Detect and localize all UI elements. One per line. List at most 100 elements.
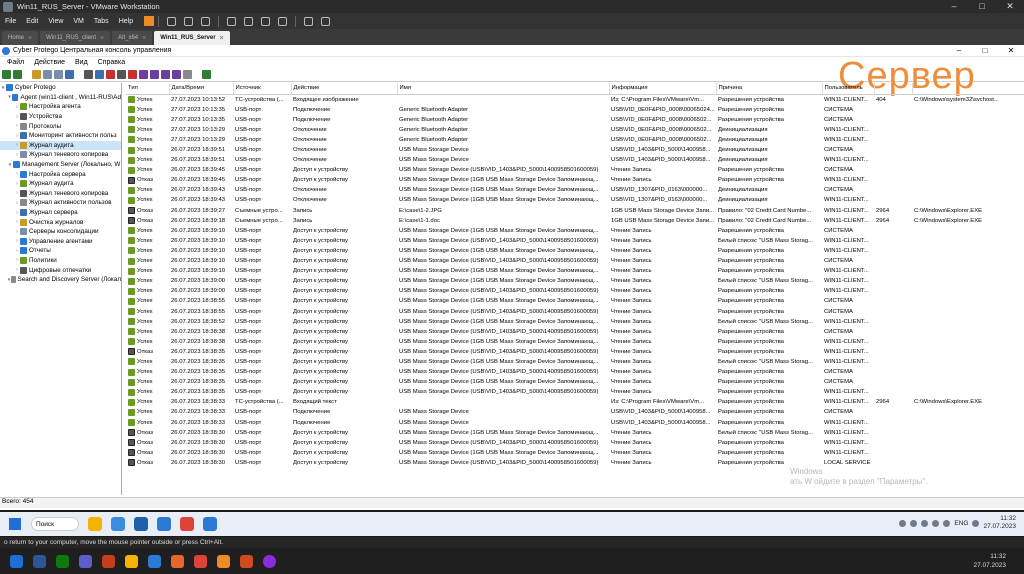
table-row[interactable]: Успех 26.07.2023 18:38:33 ТС-устройства (.… xyxy=(126,397,1024,407)
chevron-up-icon[interactable] xyxy=(899,519,907,527)
cyber-protego-taskbar-icon[interactable] xyxy=(203,517,217,531)
edge-icon[interactable] xyxy=(157,517,171,531)
minimize-button[interactable]: – xyxy=(940,1,968,12)
tree-node[interactable]: › Журнал теневого копирова xyxy=(0,189,121,199)
menu-view[interactable]: View xyxy=(43,18,68,25)
column-header[interactable]: Дата/Время xyxy=(169,83,234,95)
show-tree-icon[interactable] xyxy=(43,70,52,79)
tray-icon[interactable] xyxy=(910,519,918,527)
tree-node[interactable]: › Журнал аудита xyxy=(0,179,121,189)
tree-node[interactable]: › Журнал активности пользов xyxy=(0,198,121,208)
tree-node[interactable]: › Очистка журналов xyxy=(0,217,121,227)
column-header[interactable]: Причина xyxy=(716,83,823,95)
table-row[interactable]: Успех 26.07.2023 18:38:55 USB-порт Доступ к… xyxy=(126,306,1024,316)
thumbnail-icon[interactable] xyxy=(244,16,254,26)
menu-tabs[interactable]: Tabs xyxy=(89,18,114,25)
table-row[interactable]: Успех 26.07.2023 18:38:55 USB-порт Доступ к… xyxy=(126,296,1024,306)
table-row[interactable]: Успех 26.07.2023 18:39:45 USB-порт Доступ к… xyxy=(126,165,1024,175)
pause-icon[interactable] xyxy=(144,16,155,26)
tree-node[interactable]: ▾ Cyber Protego xyxy=(0,83,121,93)
column-header[interactable]: Тип xyxy=(126,83,170,95)
table-row[interactable]: Успех 27.07.2023 10:13:29 USB-порт Отключен… xyxy=(126,135,1024,145)
table-row[interactable]: Успех 26.07.2023 18:39:00 USB-порт Доступ к… xyxy=(126,286,1024,296)
chrome-icon[interactable] xyxy=(180,517,194,531)
filter-edit-icon[interactable] xyxy=(172,70,181,79)
tree-node[interactable]: › Журнал сервера xyxy=(0,208,121,218)
table-row[interactable]: Успех 26.07.2023 18:38:35 USB-порт Доступ к… xyxy=(126,357,1024,367)
close-tab-icon[interactable]: × xyxy=(100,35,104,42)
grid-icon[interactable] xyxy=(95,70,104,79)
back-icon[interactable] xyxy=(2,70,11,79)
full-screen-icon[interactable] xyxy=(261,16,271,26)
file-explorer-icon[interactable] xyxy=(125,554,138,568)
column-header[interactable] xyxy=(874,83,913,95)
vmware-icon[interactable] xyxy=(217,554,230,568)
tree-node[interactable]: ▾ Management Server (Локально, W xyxy=(0,160,121,170)
table-row[interactable]: Успех 27.07.2023 10:13:35 USB-порт Подключе… xyxy=(126,115,1024,125)
copy-icon[interactable] xyxy=(84,70,93,79)
edge-icon[interactable] xyxy=(148,554,161,568)
table-row[interactable]: Успех 26.07.2023 18:39:43 USB-порт Отключен… xyxy=(126,185,1024,195)
powerpoint-icon[interactable] xyxy=(102,554,115,568)
table-row[interactable]: Успех 26.07.2023 18:38:33 USB-порт Подключе… xyxy=(126,407,1024,417)
table-row[interactable]: Отказ 26.07.2023 18:38:35 USB-порт Доступ к… xyxy=(126,347,1024,357)
column-header[interactable]: Имя xyxy=(397,83,610,95)
refresh-icon[interactable] xyxy=(65,70,74,79)
tree-node[interactable]: › Мониторинг активности польз xyxy=(0,131,121,141)
app-icon[interactable] xyxy=(240,554,253,568)
app-icon[interactable] xyxy=(134,517,148,531)
file-explorer-icon[interactable] xyxy=(88,517,102,531)
tree-node[interactable]: › Политики xyxy=(0,256,121,266)
table-row[interactable]: Успех 26.07.2023 18:38:35 USB-порт Доступ к… xyxy=(126,387,1024,397)
column-header[interactable] xyxy=(912,83,1024,95)
tree-node[interactable]: › Настройка сервера xyxy=(0,169,121,179)
app-icon[interactable] xyxy=(111,517,125,531)
taskbar-search[interactable]: Поиск xyxy=(31,517,79,531)
table-row[interactable]: Успех 26.07.2023 18:39:10 USB-порт Доступ к… xyxy=(126,236,1024,246)
filter-icon[interactable] xyxy=(139,70,148,79)
network-icon[interactable] xyxy=(943,519,951,527)
delete-icon[interactable] xyxy=(106,70,115,79)
stretch-icon[interactable] xyxy=(321,16,331,26)
table-row[interactable]: Успех 27.07.2023 10:13:35 USB-порт Подключе… xyxy=(126,105,1024,115)
tree-node[interactable]: › Отчеты xyxy=(0,246,121,256)
column-header[interactable]: Источник xyxy=(233,83,292,95)
excel-icon[interactable] xyxy=(56,554,69,568)
filter-remove-icon[interactable] xyxy=(161,70,170,79)
table-row[interactable]: Успех 27.07.2023 10:13:52 ТС-устройства (.… xyxy=(126,94,1024,105)
table-row[interactable]: Успех 26.07.2023 18:38:33 USB-порт Подключе… xyxy=(126,418,1024,428)
export-icon[interactable] xyxy=(54,70,63,79)
save-icon[interactable] xyxy=(117,70,126,79)
menu-vm[interactable]: VM xyxy=(68,18,89,25)
vm-tab-alt[interactable]: Alt_x64 × xyxy=(112,31,153,45)
tree-node[interactable]: › Протоколы xyxy=(0,121,121,131)
close-tab-icon[interactable]: × xyxy=(142,35,146,42)
tree-node[interactable]: › Журнал теневого копирова xyxy=(0,150,121,160)
host-clock[interactable]: 11:32 27.07.2023 xyxy=(973,552,1006,570)
table-row[interactable]: Отказ 26.07.2023 18:39:27 Съемные устро...… xyxy=(126,206,1024,216)
table-row[interactable]: Успех 27.07.2023 10:13:29 USB-порт Отключен… xyxy=(126,125,1024,135)
table-row[interactable]: Успех 26.07.2023 18:38:52 USB-порт Доступ к… xyxy=(126,317,1024,327)
windows-start-icon[interactable] xyxy=(10,554,23,568)
word-icon[interactable] xyxy=(33,554,46,568)
console-icon[interactable] xyxy=(304,16,314,26)
table-row[interactable]: Успех 26.07.2023 18:39:10 USB-порт Доступ к… xyxy=(126,246,1024,256)
table-row[interactable]: Отказ 26.07.2023 18:39:18 Съемные устро...… xyxy=(126,216,1024,226)
close-button[interactable]: ✕ xyxy=(996,1,1024,12)
table-row[interactable]: Успех 26.07.2023 18:38:35 USB-порт Доступ к… xyxy=(126,367,1024,377)
revert-snapshot-icon[interactable] xyxy=(184,16,194,26)
tree-node[interactable]: ▾ Search and Discovery Server (Локал xyxy=(0,275,121,285)
app-close-button[interactable]: ✕ xyxy=(998,46,1024,55)
table-row[interactable]: Успех 26.07.2023 18:39:43 USB-порт Отключен… xyxy=(126,195,1024,205)
filter-clear-icon[interactable] xyxy=(183,70,192,79)
table-row[interactable]: Отказ 26.07.2023 18:38:30 USB-порт Доступ к… xyxy=(126,438,1024,448)
app-icon[interactable] xyxy=(263,554,276,568)
close-tab-icon[interactable]: × xyxy=(220,35,224,42)
volume-icon[interactable] xyxy=(972,519,980,527)
table-row[interactable]: Успех 26.07.2023 18:39:00 USB-порт Доступ к… xyxy=(126,276,1024,286)
snapshot-icon[interactable] xyxy=(167,16,177,26)
firefox-icon[interactable] xyxy=(171,554,184,568)
vm-tab-server[interactable]: Win11_RUS_Server × xyxy=(154,31,230,45)
table-row[interactable]: Успех 26.07.2023 18:39:10 USB-порт Доступ к… xyxy=(126,226,1024,236)
windows-start-icon[interactable] xyxy=(9,518,21,530)
